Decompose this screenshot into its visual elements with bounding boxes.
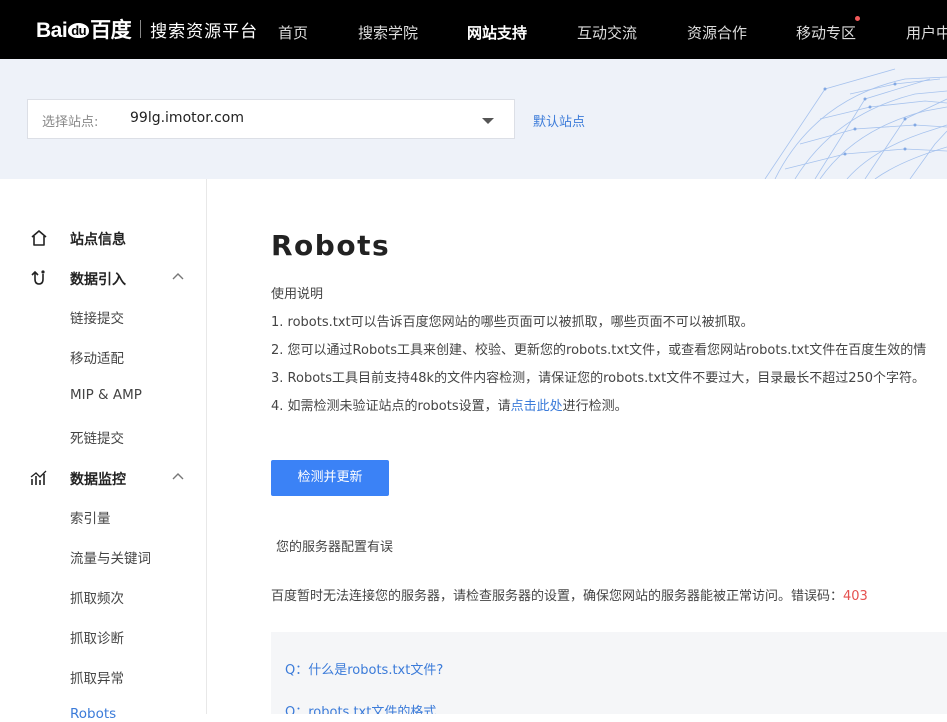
- nav-interaction[interactable]: 互动交流: [577, 22, 637, 43]
- server-error-title: 您的服务器配置有误: [276, 540, 394, 555]
- usage-line-4: 4. 如需检测未验证站点的robots设置，请点击此处进行检测。: [271, 399, 628, 414]
- faq-question[interactable]: Q：什么是robots.txt文件?: [285, 659, 443, 678]
- chevron-up-icon[interactable]: [172, 472, 184, 480]
- platform-title: 搜索资源平台: [150, 21, 259, 42]
- nav-user-center[interactable]: 用户中: [906, 22, 947, 43]
- sidebar-item-robots[interactable]: Robots: [70, 706, 116, 722]
- sidebar-item-crawl-errors[interactable]: 抓取异常: [70, 667, 124, 687]
- sidebar: 站点信息 数据引入 链接提交 移动适配 MIP & AMP 死链提交 数据监控 …: [0, 179, 207, 722]
- nav-mobile-zone[interactable]: 移动专区: [796, 22, 856, 43]
- faq-panel: Q：什么是robots.txt文件? Q：robots.txt文件的格式: [271, 632, 947, 714]
- globe-mesh-decoration: [764, 68, 947, 179]
- check-update-button[interactable]: 检测并更新: [271, 460, 389, 496]
- home-icon: [31, 230, 47, 246]
- usage-line-1: 1. robots.txt可以告诉百度您网站的哪些页面可以被抓取，哪些页面不可以…: [271, 315, 754, 330]
- site-selector[interactable]: 选择站点: 99lg.imotor.com: [27, 99, 515, 139]
- site-selector-label: 选择站点:: [42, 115, 99, 130]
- usage-heading: 使用说明: [271, 287, 324, 302]
- notification-dot: [855, 16, 860, 21]
- baidu-logo[interactable]: Bai du 百度 搜索资源平台: [36, 14, 258, 44]
- faq-question[interactable]: Q：robots.txt文件的格式: [285, 701, 436, 714]
- sidebar-group-label: 站点信息: [70, 232, 126, 248]
- top-nav: Bai du 百度 搜索资源平台 首页 搜索学院 网站支持 互动交流 资源合作 移动…: [0, 0, 947, 59]
- chevron-up-icon[interactable]: [172, 272, 184, 280]
- sidebar-group-data-import[interactable]: 数据引入: [0, 266, 207, 290]
- error-code: 403: [843, 589, 868, 604]
- sidebar-group-label: 数据引入: [70, 272, 126, 288]
- sidebar-item-dead-link[interactable]: 死链提交: [70, 427, 124, 447]
- sidebar-item-crawl-diagnosis[interactable]: 抓取诊断: [70, 627, 124, 647]
- usage-line-3: 3. Robots工具目前支持48k的文件内容检测，请保证您的robots.tx…: [271, 371, 926, 386]
- page-title: Robots: [271, 229, 391, 262]
- sidebar-item-crawl-frequency[interactable]: 抓取频次: [70, 587, 124, 607]
- nav-home[interactable]: 首页: [278, 22, 308, 43]
- site-banner: 选择站点: 99lg.imotor.com 默认站点: [0, 59, 947, 179]
- site-selector-value: 99lg.imotor.com: [130, 110, 245, 126]
- main-content: Robots 使用说明 1. robots.txt可以告诉百度您网站的哪些页面可…: [207, 179, 947, 714]
- default-site-link[interactable]: 默认站点: [533, 111, 585, 130]
- sidebar-group-label: 数据监控: [70, 472, 126, 488]
- nav-site-support[interactable]: 网站支持: [467, 22, 527, 43]
- data-import-icon: [31, 270, 45, 285]
- nav-resource-cooperation[interactable]: 资源合作: [687, 22, 747, 43]
- usage-line-2: 2. 您可以通过Robots工具来创建、校验、更新您的robots.txt文件，…: [271, 343, 927, 358]
- click-here-link[interactable]: 点击此处: [511, 399, 563, 414]
- sidebar-item-link-submit[interactable]: 链接提交: [70, 307, 124, 327]
- server-error-text: 百度暂时无法连接您的服务器，请检查服务器的设置，确保您网站的服务器能被正常访问。…: [271, 589, 868, 604]
- logo-divider: [140, 20, 142, 38]
- sidebar-group-site-info[interactable]: 站点信息: [0, 226, 207, 250]
- sidebar-item-index-volume[interactable]: 索引量: [70, 507, 111, 527]
- sidebar-item-mip-amp[interactable]: MIP & AMP: [70, 387, 142, 403]
- sidebar-item-traffic-keywords[interactable]: 流量与关键词: [70, 547, 151, 567]
- caret-down-icon[interactable]: [482, 118, 494, 124]
- sidebar-item-mobile-adapt[interactable]: 移动适配: [70, 347, 124, 367]
- sidebar-group-data-monitor[interactable]: 数据监控: [0, 466, 207, 490]
- baidu-logo-mark: Bai du 百度: [36, 19, 132, 42]
- data-monitor-icon: [30, 470, 47, 485]
- nav-search-academy[interactable]: 搜索学院: [358, 22, 418, 43]
